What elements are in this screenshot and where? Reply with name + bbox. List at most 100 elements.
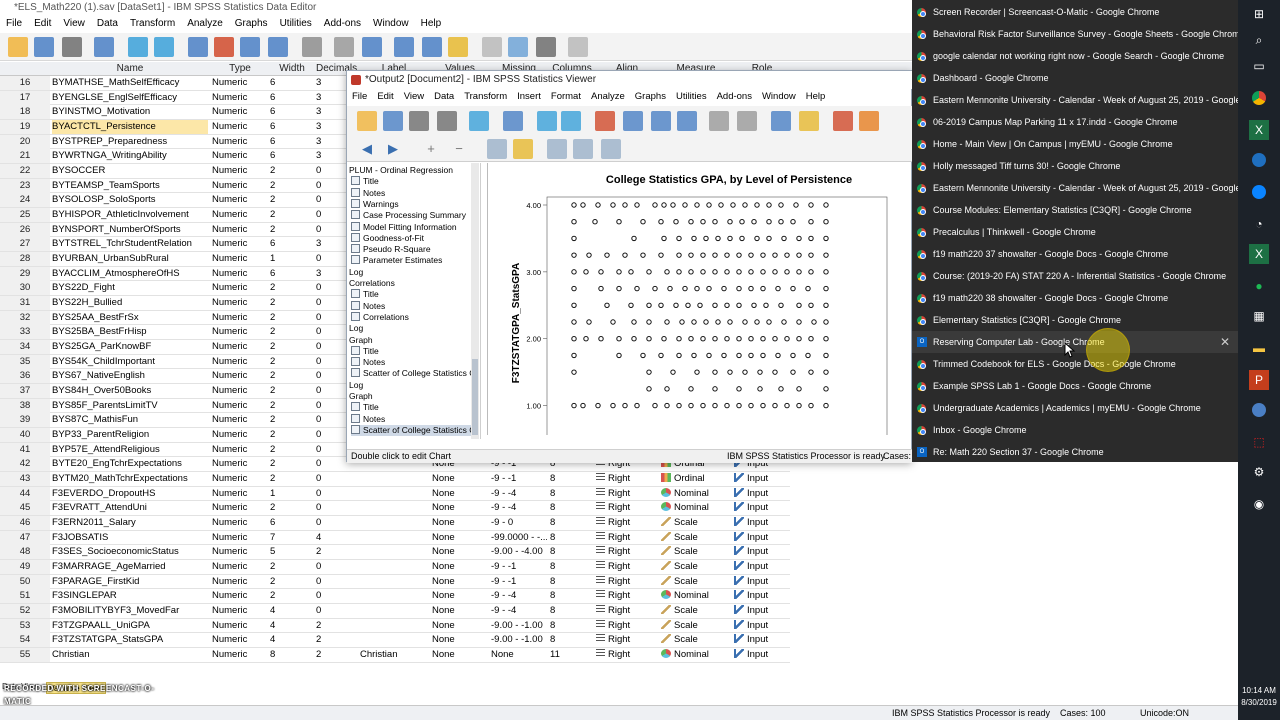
missing-cell[interactable]: -9 - -4 bbox=[491, 501, 547, 515]
goto-case-icon[interactable] bbox=[188, 37, 208, 57]
decimals-cell[interactable]: 4 bbox=[316, 531, 356, 545]
role-cell[interactable]: Input bbox=[734, 472, 790, 486]
select-cases-icon[interactable] bbox=[448, 37, 468, 57]
jumplist-item[interactable]: Dashboard - Google Chrome bbox=[912, 67, 1238, 89]
variable-name-cell[interactable]: F3ERN2011_Salary bbox=[52, 516, 208, 530]
width-cell[interactable]: 2 bbox=[270, 443, 314, 457]
type-cell[interactable]: Numeric bbox=[212, 428, 268, 442]
designate-window-icon[interactable] bbox=[771, 111, 791, 131]
type-cell[interactable]: Numeric bbox=[212, 413, 268, 427]
label-cell[interactable] bbox=[360, 516, 428, 530]
width-cell[interactable]: 2 bbox=[270, 164, 314, 178]
values-cell[interactable]: None bbox=[432, 589, 488, 603]
decimals-cell[interactable]: 0 bbox=[316, 487, 356, 501]
jumplist-item[interactable]: Example SPSS Lab 1 - Google Docs - Googl… bbox=[912, 375, 1238, 397]
variable-row[interactable]: 55 Christian Numeric 8 2 Christian None None 11 R… bbox=[0, 648, 790, 663]
missing-cell[interactable]: -9.00 - -4.00 bbox=[491, 545, 547, 559]
variable-row[interactable]: 43 BYTM20_MathTchrExpectations Numeric 2 0 No… bbox=[0, 472, 790, 487]
decimals-cell[interactable]: 0 bbox=[316, 604, 356, 618]
width-cell[interactable]: 2 bbox=[270, 369, 314, 383]
measure-cell[interactable]: Scale bbox=[661, 633, 731, 647]
values-cell[interactable]: None bbox=[432, 575, 488, 589]
label-cell[interactable]: Christian bbox=[360, 648, 428, 662]
measure-cell[interactable]: Scale bbox=[661, 604, 731, 618]
variable-name-cell[interactable]: F3PARAGE_FirstKid bbox=[52, 575, 208, 589]
role-cell[interactable]: Input bbox=[734, 501, 790, 515]
row-number[interactable]: 53 bbox=[0, 618, 50, 633]
label-cell[interactable] bbox=[360, 531, 428, 545]
search-icon[interactable]: ⌕ bbox=[1249, 30, 1269, 50]
variable-name-cell[interactable]: BYTE20_EngTchrExpectations bbox=[52, 457, 208, 471]
viewer-menu-analyze[interactable]: Analyze bbox=[586, 89, 630, 105]
chart-pane[interactable]: College Statistics GPA, by Level of Pers… bbox=[487, 163, 911, 435]
type-cell[interactable]: Numeric bbox=[212, 149, 268, 163]
save-icon[interactable] bbox=[34, 37, 54, 57]
split-file-icon[interactable] bbox=[394, 37, 414, 57]
row-number[interactable]: 52 bbox=[0, 604, 50, 619]
align-cell[interactable]: Right bbox=[596, 531, 658, 545]
values-cell[interactable]: None bbox=[432, 516, 488, 530]
variable-row[interactable]: 54 F3TZSTATGPA_StatsGPA Numeric 4 2 None -9.00… bbox=[0, 633, 790, 649]
hide-icon[interactable] bbox=[513, 139, 533, 159]
role-cell[interactable]: Input bbox=[734, 487, 790, 501]
variable-name-cell[interactable]: BYS85F_ParentsLimitTV bbox=[52, 399, 208, 413]
variables-icon[interactable] bbox=[240, 37, 260, 57]
measure-cell[interactable]: Scale bbox=[661, 619, 731, 633]
print-preview-icon[interactable] bbox=[437, 111, 457, 131]
variable-row[interactable]: 44 F3EVERDO_DropoutHS Numeric 1 0 None -9 - -4… bbox=[0, 486, 790, 502]
windows-start-icon[interactable]: ⊞ bbox=[1249, 4, 1269, 24]
missing-cell[interactable]: -9 - -1 bbox=[491, 560, 547, 574]
align-cell[interactable]: Right bbox=[596, 545, 658, 559]
forward-icon[interactable]: ▶ bbox=[383, 139, 403, 159]
width-cell[interactable]: 6 bbox=[270, 91, 314, 105]
jumplist-item[interactable]: Screen Recorder | Screencast-O-Matic - G… bbox=[912, 1, 1238, 23]
missing-cell[interactable]: -9 - -1 bbox=[491, 575, 547, 589]
jumplist-item[interactable]: Course: (2019-20 FA) STAT 220 A - Infere… bbox=[912, 265, 1238, 287]
row-number[interactable]: 47 bbox=[0, 530, 50, 545]
width-cell[interactable]: 2 bbox=[270, 179, 314, 193]
variable-row[interactable]: 47 F3JOBSATIS Numeric 7 4 None -99.0000 - -...… bbox=[0, 530, 790, 546]
variable-name-cell[interactable]: BYS25BA_BestFrHisp bbox=[52, 325, 208, 339]
excel-taskbar-icon[interactable]: X bbox=[1249, 120, 1269, 140]
decimals-cell[interactable]: 2 bbox=[316, 633, 356, 647]
decimals-cell[interactable]: 0 bbox=[316, 516, 356, 530]
outline-item[interactable]: Model Fitting Information bbox=[351, 221, 457, 233]
back-icon[interactable]: ◀ bbox=[357, 139, 377, 159]
insert-text-icon[interactable] bbox=[833, 111, 853, 131]
row-number[interactable]: 23 bbox=[0, 178, 50, 193]
jumplist-item[interactable]: f19 math220 37 showalter - Google Docs -… bbox=[912, 243, 1238, 265]
row-number[interactable]: 24 bbox=[0, 193, 50, 208]
label-cell[interactable] bbox=[360, 619, 428, 633]
variable-name-cell[interactable]: F3TZSTATGPA_StatsGPA bbox=[52, 633, 208, 647]
columns-cell[interactable]: 11 bbox=[550, 648, 594, 662]
variable-name-cell[interactable]: BYS67_NativeEnglish bbox=[52, 369, 208, 383]
excel-2-taskbar-icon[interactable]: X bbox=[1249, 244, 1269, 264]
measure-cell[interactable]: Nominal bbox=[661, 589, 731, 603]
outline-item[interactable]: Graph bbox=[349, 335, 373, 346]
clock-date[interactable]: 8/30/2019 bbox=[1238, 698, 1280, 707]
role-cell[interactable]: Input bbox=[734, 516, 790, 530]
open-icon[interactable] bbox=[357, 111, 377, 131]
column-header-name[interactable]: Name bbox=[52, 62, 208, 76]
menu-window[interactable]: Window bbox=[367, 16, 415, 32]
outline-item[interactable]: Graph bbox=[349, 391, 373, 402]
viewer-menu-transform[interactable]: Transform bbox=[459, 89, 512, 105]
decimals-cell[interactable]: 0 bbox=[316, 501, 356, 515]
role-cell[interactable]: Input bbox=[734, 560, 790, 574]
outline-item[interactable]: Title bbox=[351, 402, 379, 413]
variable-name-cell[interactable]: F3SES_SocioeconomicStatus bbox=[52, 545, 208, 559]
width-cell[interactable]: 4 bbox=[270, 619, 314, 633]
row-number[interactable]: 31 bbox=[0, 296, 50, 311]
values-cell[interactable]: None bbox=[432, 560, 488, 574]
type-cell[interactable]: Numeric bbox=[212, 179, 268, 193]
label-cell[interactable] bbox=[360, 589, 428, 603]
width-cell[interactable]: 2 bbox=[270, 399, 314, 413]
outline-item[interactable]: Log bbox=[349, 380, 363, 391]
width-cell[interactable]: 4 bbox=[270, 633, 314, 647]
variable-name-cell[interactable]: BYWRTNGA_WritingAbility bbox=[52, 149, 208, 163]
outline-item[interactable]: Notes bbox=[351, 300, 385, 312]
values-cell[interactable]: None bbox=[432, 604, 488, 618]
role-cell[interactable]: Input bbox=[734, 604, 790, 618]
width-cell[interactable]: 7 bbox=[270, 531, 314, 545]
row-number[interactable]: 19 bbox=[0, 120, 50, 134]
